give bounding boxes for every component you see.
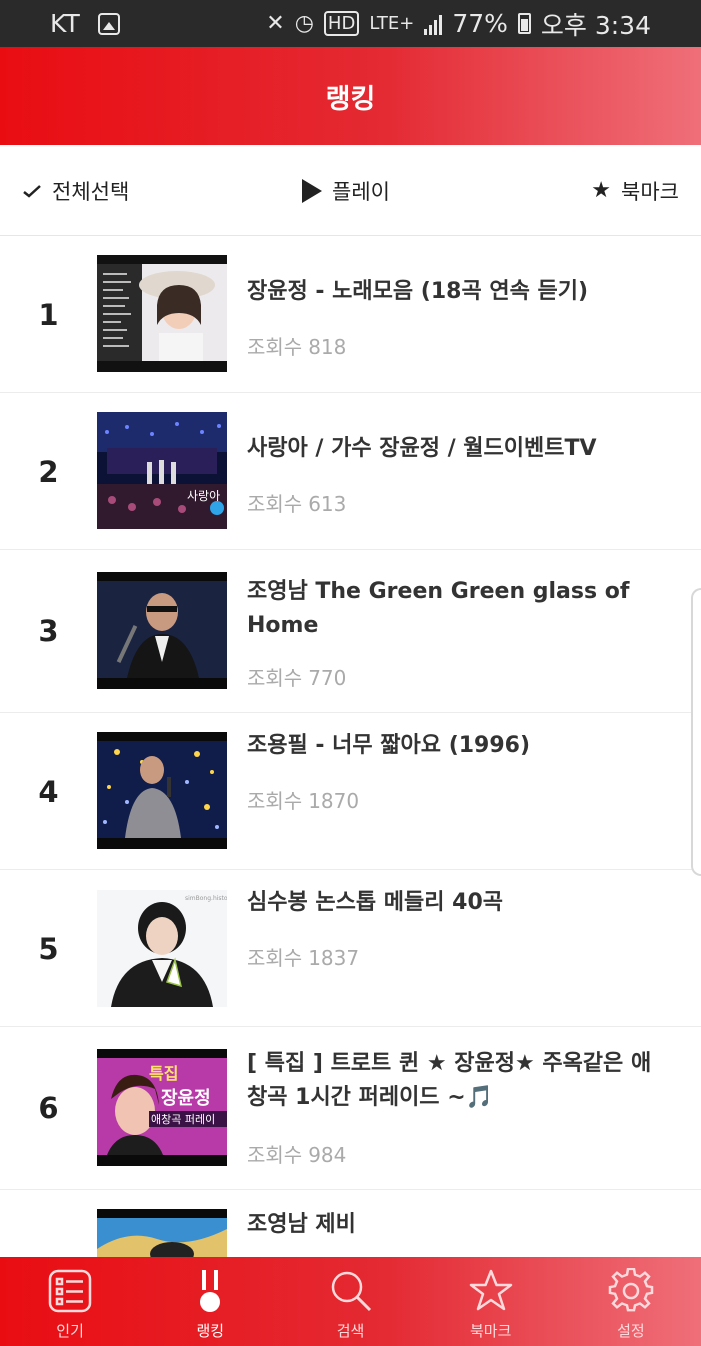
nav-label: 인기: [56, 1322, 84, 1340]
list-item[interactable]: 3 조영남 The Green Green glass of Home 조회수 7…: [0, 550, 701, 713]
view-count: 조회수 1870: [247, 785, 359, 814]
nav-popular[interactable]: 인기: [0, 1257, 140, 1346]
nav-label: 설정: [617, 1322, 645, 1340]
views-value: 984: [308, 1143, 347, 1167]
nav-settings[interactable]: 설정: [561, 1257, 701, 1346]
thumbnail-caption: 장윤정: [161, 1088, 211, 1109]
view-count: 조회수 1837: [247, 942, 359, 971]
rank-number: 4: [38, 775, 59, 809]
bookmark-label: 북마크: [621, 179, 679, 204]
alarm-icon: ◷: [294, 11, 314, 36]
video-title: 심수봉 논스톱 메들리 40곡: [247, 890, 503, 915]
select-all-label: 전체선택: [52, 179, 130, 204]
views-value: 613: [308, 492, 347, 516]
list-icon: [48, 1269, 92, 1313]
video-title: 장윤정 - 노래모음 (18곡 연속 듣기): [247, 279, 589, 304]
signal-icon: [424, 13, 443, 35]
nav-label: 북마크: [470, 1322, 512, 1340]
video-title: 사랑아 / 가수 장윤정 / 월드이벤트TV: [247, 436, 597, 461]
rank-number: 6: [38, 1091, 59, 1125]
video-thumbnail[interactable]: [97, 255, 227, 372]
rank-number: 3: [38, 614, 59, 648]
video-thumbnail[interactable]: [97, 732, 227, 849]
thumbnail-caption: 특집: [149, 1064, 178, 1083]
svg-text:simBong.history: simBong.history: [185, 895, 227, 902]
video-title: 조용필 - 너무 짧아요 (1996): [247, 733, 531, 758]
view-count: 조회수 770: [247, 662, 346, 691]
star-icon: [469, 1269, 512, 1311]
thumbnail-caption: 애창곡 퍼레이: [151, 1113, 215, 1126]
app-header: 랭킹: [0, 47, 701, 145]
play-label: 플레이: [332, 179, 390, 204]
list-item[interactable]: 5 simBong.history 심수봉 논스톱 메들리 40곡 조회수183…: [0, 870, 701, 1027]
rank-number: 5: [38, 932, 59, 966]
select-all-button[interactable]: 전체선택: [22, 145, 129, 236]
video-thumbnail[interactable]: 사랑아: [97, 412, 227, 529]
mute-icon: ✕: [266, 11, 285, 36]
views-value: 770: [308, 666, 347, 690]
nav-bookmark[interactable]: 북마크: [421, 1257, 561, 1346]
image-notification-icon: [97, 12, 120, 35]
page-title: 랭킹: [325, 83, 376, 115]
views-label: 조회수: [247, 492, 303, 516]
views-value: 1870: [308, 789, 360, 813]
status-bar: KT ✕ ◷ HD LTE+ 77% 오후 3:34: [0, 0, 701, 47]
view-count: 조회수 613: [247, 488, 346, 517]
network-type: LTE+: [369, 13, 415, 34]
video-thumbnail[interactable]: simBong.history: [97, 890, 227, 1007]
hd-icon: HD: [323, 11, 360, 36]
video-thumbnail[interactable]: [97, 572, 227, 689]
nav-ranking[interactable]: 랭킹: [140, 1257, 280, 1346]
play-icon: [302, 178, 322, 203]
views-label: 조회수: [247, 789, 303, 813]
views-label: 조회수: [247, 946, 303, 970]
thumbnail-caption: 사랑아: [187, 489, 220, 503]
video-title: 조영남 The Green Green glass of Home: [247, 579, 630, 638]
list-item[interactable]: 4 조용필 - 너무 짧아요 (1996) 조회수 1870: [0, 713, 701, 870]
nav-label: 랭킹: [196, 1322, 225, 1340]
list-item[interactable]: 6 특집 장윤정 애창곡 퍼레이 [ 특집 ] 트로트 퀸 ★ 장윤정★ 주옥같…: [0, 1027, 701, 1190]
action-toolbar: 전체선택 플레이 ★ 북마크: [0, 145, 701, 236]
views-value: 818: [308, 335, 347, 359]
nav-search[interactable]: 검색: [280, 1257, 420, 1346]
play-button[interactable]: 플레이: [302, 145, 390, 236]
video-thumbnail[interactable]: 특집 장윤정 애창곡 퍼레이: [97, 1049, 227, 1166]
check-icon: [23, 184, 41, 198]
ranking-list: 1 장윤정 - 노래모음 (18곡 연속 듣기) 조회수 818 2 사랑아 사…: [0, 236, 701, 1326]
carrier-label: KT: [50, 9, 80, 38]
list-item[interactable]: 2 사랑아 사랑아 / 가수 장윤정 / 월드이벤트TV 조회수 613: [0, 393, 701, 550]
gear-icon: [608, 1268, 654, 1312]
rank-number: 1: [38, 298, 59, 332]
star-icon: ★: [591, 177, 612, 203]
battery-icon: [517, 13, 531, 34]
views-label: 조회수: [247, 1143, 303, 1167]
video-title: [ 특집 ] 트로트 퀸 ★ 장윤정★ 주옥같은 애창곡 1시간 퍼레이드 ~🎵: [247, 1051, 652, 1110]
clock: 오후 3:34: [540, 10, 651, 40]
ranking-icon: [200, 1270, 221, 1312]
list-item[interactable]: 1 장윤정 - 노래모음 (18곡 연속 듣기) 조회수 818: [0, 236, 701, 393]
scroll-indicator[interactable]: [691, 588, 701, 876]
search-icon: [331, 1271, 371, 1312]
view-count: 조회수 984: [247, 1139, 346, 1168]
view-count: 조회수 818: [247, 331, 346, 360]
bottom-nav: 인기 랭킹 검색 북마크 설정: [0, 1257, 701, 1346]
rank-number: 2: [38, 455, 59, 489]
bookmark-button[interactable]: ★ 북마크: [591, 145, 679, 236]
views-label: 조회수: [247, 666, 303, 690]
nav-label: 검색: [336, 1322, 365, 1340]
views-label: 조회수: [247, 335, 303, 359]
video-title: 조영남 제비: [247, 1212, 356, 1237]
battery-percent: 77%: [452, 9, 508, 38]
views-value: 1837: [308, 946, 360, 970]
